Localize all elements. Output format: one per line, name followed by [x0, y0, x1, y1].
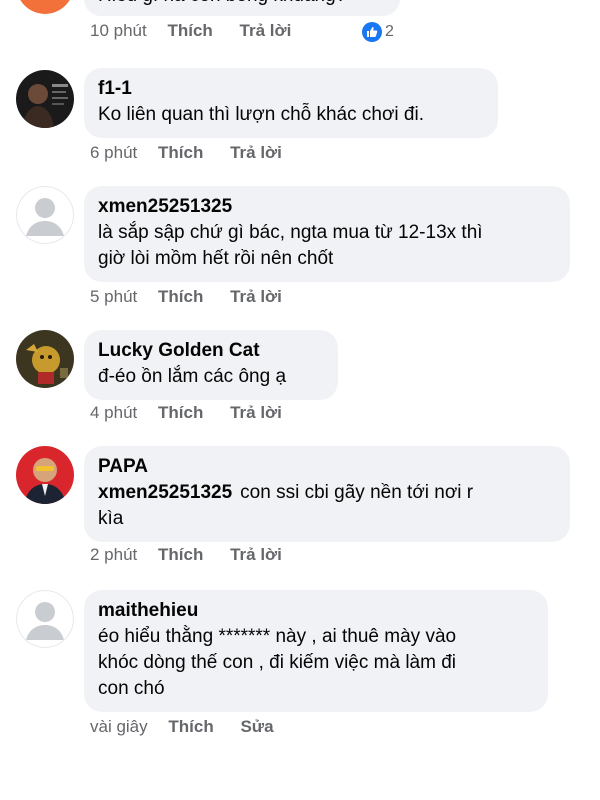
reaction-summary[interactable]: 2 [362, 22, 394, 42]
avatar[interactable] [16, 70, 74, 128]
comment-text: con chó [98, 678, 165, 699]
comment-text: con ssi cbi gãy nền tới nơi r [240, 482, 474, 503]
reply-button[interactable]: Trả lời [240, 20, 292, 42]
comment-actions: 4 phút Thích Trả lời [90, 402, 304, 424]
comment-actions: 5 phút Thích Trả lời [90, 286, 304, 308]
comment-bubble: maithehieu éo hiểu thằng ******* này , a… [84, 590, 548, 712]
comment-author[interactable]: xmen25251325 [98, 194, 556, 220]
comment-text: là sắp sập chứ gì bác, ngta mua từ 12-13… [98, 222, 483, 243]
comment-actions: 10 phút Thích Trả lời [90, 20, 313, 42]
comment-text: kìa [98, 508, 124, 529]
comment-text: éo hiểu thằng ******* này , ai thuê mày … [98, 626, 457, 647]
comment-time: 10 phút [90, 21, 147, 40]
comment-time: vài giây [90, 717, 148, 736]
comment-bubble: PAPA xmen25251325 con ssi cbi gãy nền tới… [84, 446, 570, 542]
comment-thread: Hiểu gì ha con bóng khuẩng? 10 phút Thíc… [0, 0, 600, 800]
comment-bubble: f1-1 Ko liên quan thì lượn chỗ khác chơi… [84, 68, 498, 138]
comment-text: đ-éo ồn lắm các ông ạ [98, 366, 287, 387]
comment-text-line: xmen25251325 con ssi cbi gãy nền tới nơi … [98, 480, 556, 506]
mention-link[interactable]: xmen25251325 [98, 482, 232, 503]
comment-time: 2 phút [90, 545, 138, 564]
like-button[interactable]: Thích [167, 20, 212, 42]
like-button[interactable]: Thích [158, 142, 203, 164]
comment-bubble: Lucky Golden Cat đ-éo ồn lắm các ông ạ [84, 330, 338, 400]
comment-text: khóc dòng thế con , đi kiếm việc mà làm … [98, 652, 457, 673]
comment-time: 5 phút [90, 287, 138, 306]
comment-text: Ko liên quan thì lượn chỗ khác chơi đi. [98, 104, 424, 125]
comment-actions: 2 phút Thích Trả lời [90, 544, 304, 566]
comment-text: Hiểu gì ha con bóng khuẩng? [98, 0, 386, 10]
thumbs-up-icon [362, 22, 382, 42]
reply-button[interactable]: Trả lời [230, 544, 282, 566]
comment-actions: 6 phút Thích Trả lời [90, 142, 304, 164]
reply-button[interactable]: Trả lời [230, 402, 282, 424]
like-button[interactable]: Thích [158, 286, 203, 308]
like-button[interactable]: Thích [158, 402, 203, 424]
avatar[interactable] [16, 446, 74, 504]
comment-bubble: Hiểu gì ha con bóng khuẩng? [84, 0, 400, 16]
comment-author[interactable]: f1-1 [98, 76, 484, 102]
comment-author[interactable]: maithehieu [98, 598, 534, 624]
comment-time: 4 phút [90, 403, 138, 422]
avatar[interactable] [16, 186, 74, 244]
comment-bubble: xmen25251325 là sắp sập chứ gì bác, ngta… [84, 186, 570, 282]
avatar[interactable] [16, 590, 74, 648]
like-button[interactable]: Thích [158, 544, 203, 566]
reaction-count: 2 [385, 23, 394, 40]
comment-time: 6 phút [90, 143, 138, 162]
avatar[interactable] [16, 0, 74, 14]
edit-button[interactable]: Sửa [240, 716, 273, 738]
reply-button[interactable]: Trả lời [230, 286, 282, 308]
comment-author[interactable]: Lucky Golden Cat [98, 338, 324, 364]
like-button[interactable]: Thích [168, 716, 213, 738]
reply-button[interactable]: Trả lời [230, 142, 282, 164]
comment-text: giờ lòi mồm hết rồi nên chốt [98, 248, 334, 269]
comment-top-partial: Hiểu gì ha con bóng khuẩng? 10 phút Thíc… [0, 0, 600, 50]
avatar[interactable] [16, 330, 74, 388]
comment-actions: vài giây Thích Sửa [90, 716, 296, 738]
comment-author[interactable]: PAPA [98, 454, 556, 480]
